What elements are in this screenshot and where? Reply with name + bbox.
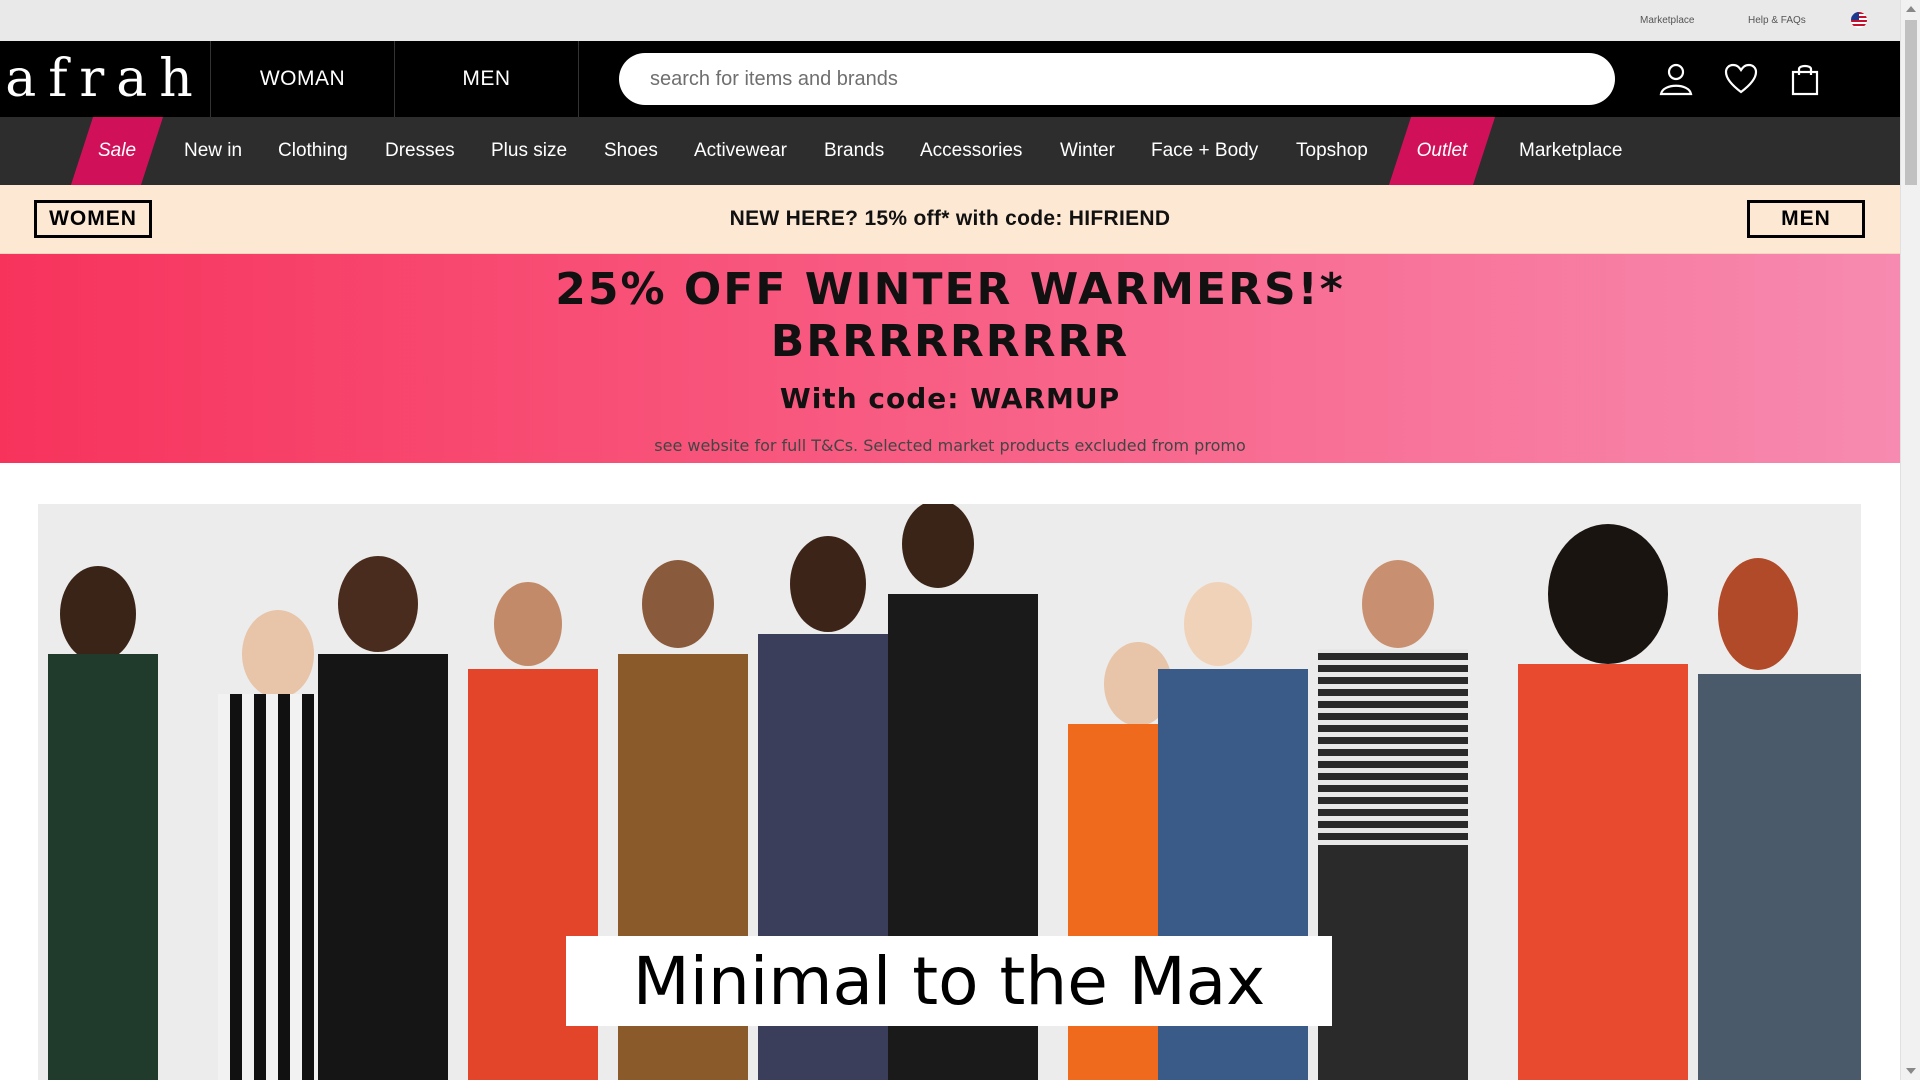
page: Marketplace Help & FAQs afrah WOMAN MEN [0,0,1900,1080]
hero-caption: Minimal to the Max [566,936,1332,1026]
nav-item-clothing[interactable]: Clothing [278,117,348,185]
bag-icon[interactable] [1785,59,1825,99]
promo-message: NEW HERE? 15% off* with code: HIFRIEND [729,207,1171,230]
sale-headline: 25% OFF WINTER WARMERS!* [555,264,1345,315]
heart-icon[interactable] [1721,59,1761,99]
nav-item-winter[interactable]: Winter [1060,117,1115,185]
nav-item-topshop[interactable]: Topshop [1296,117,1368,185]
tab-woman[interactable]: WOMAN [211,41,395,117]
help-faqs-link[interactable]: Help & FAQs [1748,15,1806,26]
sale-subheadline: BRRRRRRRRR [770,316,1130,367]
nav-item-marketplace[interactable]: Marketplace [1519,117,1623,185]
nav-item-plus-size[interactable]: Plus size [491,117,567,185]
page-scrollbar[interactable] [1900,0,1920,1080]
search-input[interactable] [619,53,1615,105]
promo-strip: WOMEN NEW HERE? 15% off* with code: HIFR… [0,185,1900,254]
nav-item-outlet-label: Outlet [1416,140,1468,161]
scroll-thumb[interactable] [1905,20,1917,185]
nav-item-brands[interactable]: Brands [824,117,884,185]
utility-marketplace-link[interactable]: Marketplace [1640,15,1694,26]
sale-code: With code: WARMUP [779,382,1121,415]
account-icon[interactable] [1656,59,1696,99]
utility-bar: Marketplace Help & FAQs [0,0,1900,41]
us-flag-icon[interactable] [1851,12,1867,28]
site-logo[interactable]: afrah [0,41,211,117]
search-bar [619,53,1615,105]
scroll-down-icon[interactable] [1906,1068,1916,1074]
sale-terms: see website for full T&Cs. Selected mark… [654,436,1246,455]
nav-item-dresses[interactable]: Dresses [385,117,455,185]
main-header: afrah WOMAN MEN [0,41,1900,117]
tab-men[interactable]: MEN [395,41,579,117]
nav-item-accessories[interactable]: Accessories [920,117,1022,185]
nav-item-sale[interactable]: Sale [82,117,152,185]
nav-item-face-body[interactable]: Face + Body [1151,117,1258,185]
scroll-up-icon[interactable] [1906,6,1916,12]
category-nav: Sale New in Clothing Dresses Plus size S… [0,117,1900,185]
nav-item-shoes[interactable]: Shoes [604,117,658,185]
nav-item-sale-label: Sale [97,140,137,161]
nav-item-new-in[interactable]: New in [184,117,242,185]
sale-banner[interactable]: 25% OFF WINTER WARMERS!* BRRRRRRRRR With… [0,254,1900,463]
hero-banner[interactable]: Minimal to the Max [38,504,1861,1080]
nav-item-outlet[interactable]: Outlet [1400,117,1484,185]
nav-item-activewear[interactable]: Activewear [694,117,787,185]
men-button[interactable]: MEN [1747,200,1865,238]
